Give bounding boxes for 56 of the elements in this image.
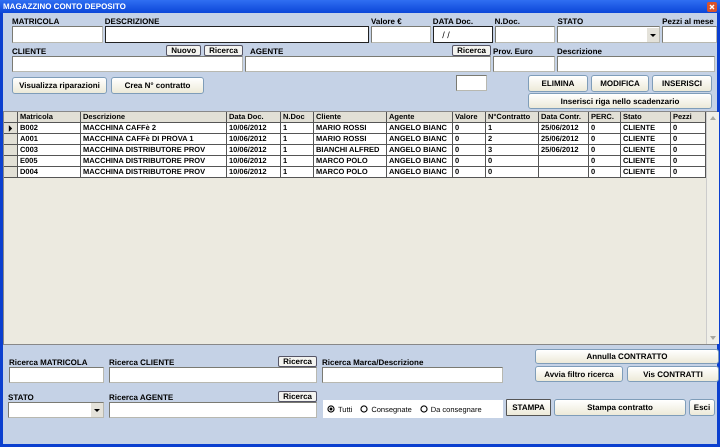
input-field[interactable] bbox=[245, 56, 491, 72]
view-contracts-button[interactable]: Vis CONTRATTI bbox=[627, 366, 719, 382]
small-button[interactable]: Nuovo bbox=[166, 45, 202, 56]
field-label: Ricerca Marca/Descrizione bbox=[322, 358, 424, 367]
input-field[interactable] bbox=[322, 367, 503, 383]
field-label: STATO bbox=[557, 17, 584, 26]
field-label: Descrizione bbox=[557, 47, 602, 56]
small-button[interactable]: Ricerca bbox=[452, 45, 491, 56]
input-field[interactable] bbox=[370, 26, 431, 43]
field-label: Ricerca AGENTE bbox=[109, 393, 174, 402]
action-button[interactable]: Visualizza riparazioni bbox=[12, 77, 107, 94]
filter-button[interactable]: Avvia filtro ricerca bbox=[535, 366, 623, 382]
field-label: STATO bbox=[8, 393, 34, 402]
action-button[interactable]: ELIMINA bbox=[528, 75, 588, 92]
schedule-button[interactable]: Inserisci riga nello scadenzario bbox=[528, 93, 712, 109]
action-button[interactable]: INSERISCI bbox=[652, 75, 712, 92]
field-label: DATA Doc. bbox=[432, 17, 474, 26]
field-label: Ricerca MATRICOLA bbox=[9, 358, 88, 367]
action-button[interactable]: MODIFICA bbox=[591, 75, 649, 92]
input-field[interactable] bbox=[12, 26, 103, 43]
input-field[interactable] bbox=[557, 56, 715, 72]
print-button[interactable]: Stampa contratto bbox=[554, 399, 686, 416]
field-label: MATRICOLA bbox=[12, 17, 60, 26]
current-row-icon bbox=[8, 124, 13, 132]
input-field[interactable] bbox=[12, 56, 243, 72]
field-label: Prov. Euro bbox=[493, 47, 533, 56]
table-cell bbox=[539, 167, 589, 178]
field-label: CLIENTE bbox=[12, 47, 46, 56]
field-label: Valore € bbox=[370, 17, 402, 26]
print-button[interactable]: Esci bbox=[689, 399, 715, 416]
row-selector[interactable] bbox=[4, 123, 18, 134]
input-field[interactable] bbox=[109, 367, 317, 383]
input-field[interactable] bbox=[494, 26, 556, 43]
input-field[interactable] bbox=[9, 367, 104, 383]
input-field[interactable] bbox=[557, 26, 660, 43]
small-button[interactable]: Ricerca bbox=[278, 356, 317, 367]
table-cell bbox=[539, 156, 589, 167]
input-field[interactable] bbox=[104, 26, 369, 43]
input-field[interactable]: / / bbox=[432, 26, 493, 43]
input-field[interactable] bbox=[662, 26, 717, 43]
window-title: MAGAZZINO CONTO DEPOSITO bbox=[3, 2, 126, 11]
close-icon[interactable] bbox=[707, 2, 717, 12]
cancel-contract-button[interactable]: Annulla CONTRATTO bbox=[535, 349, 719, 364]
field-label: Ricerca CLIENTE bbox=[109, 358, 174, 367]
action-button[interactable]: Crea N° contratto bbox=[111, 77, 204, 94]
field-label: DESCRIZIONE bbox=[104, 17, 160, 26]
input-field[interactable] bbox=[8, 402, 104, 418]
field-label: AGENTE bbox=[249, 47, 284, 56]
print-button[interactable]: STAMPA bbox=[506, 399, 551, 416]
small-button[interactable]: Ricerca bbox=[204, 45, 243, 56]
field-label: Pezzi al mese bbox=[662, 17, 714, 26]
input-field[interactable] bbox=[493, 56, 555, 72]
small-button[interactable]: Ricerca bbox=[278, 391, 317, 402]
field-label: N.Doc. bbox=[494, 17, 520, 26]
input-field[interactable] bbox=[109, 402, 317, 418]
input-field[interactable] bbox=[456, 75, 487, 91]
